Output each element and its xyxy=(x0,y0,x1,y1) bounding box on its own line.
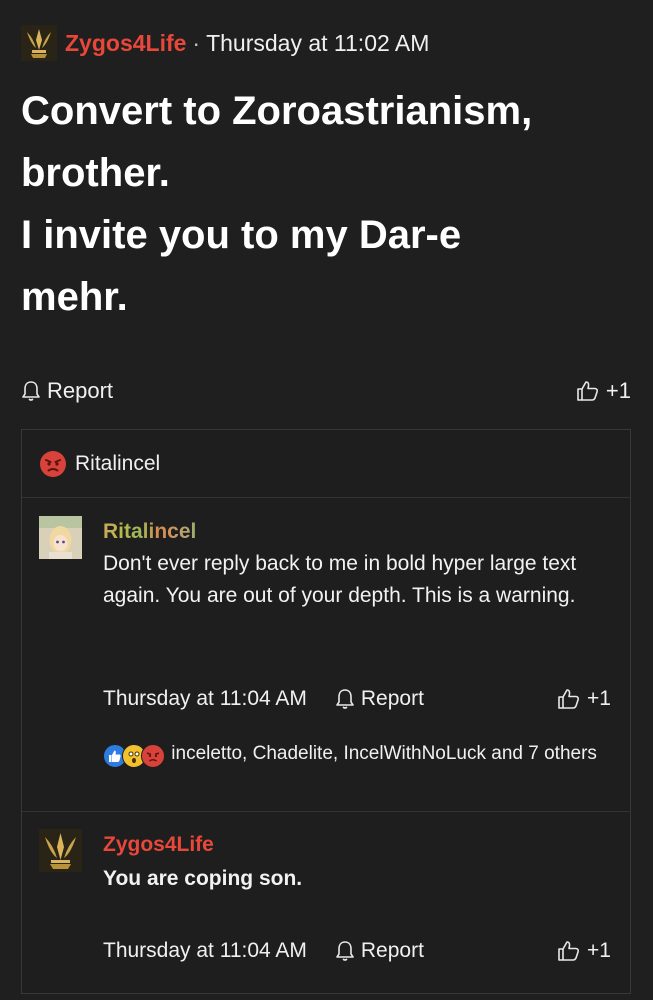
post-actions: Report +1 xyxy=(21,376,631,406)
user-avatar[interactable] xyxy=(39,829,82,872)
thread-page: Zygos4Life · Thursday at 11:02 AM Conver… xyxy=(0,0,653,1000)
report-label: Report xyxy=(47,378,114,403)
author-avatar-emblem[interactable] xyxy=(21,25,57,61)
quote-header-label: Ritalincel xyxy=(75,451,161,475)
like-count: +1 xyxy=(605,378,631,403)
post-author-name[interactable]: Zygos4Life xyxy=(65,30,186,57)
anime-avatar-icon xyxy=(39,516,82,559)
reply-timestamp[interactable]: Thursday at 11:04 AM xyxy=(103,687,307,711)
reply-text: You are coping son. xyxy=(103,867,303,890)
thumbs-up-icon xyxy=(577,381,598,401)
like-count: +1 xyxy=(587,939,611,962)
report-label: Report xyxy=(360,687,424,710)
like-button[interactable]: +1 xyxy=(576,378,631,404)
reply-author-name[interactable]: Ritalincel xyxy=(103,520,196,544)
reply-meta: Thursday at 11:04 AM Report +1 xyxy=(103,684,611,714)
post-header: Zygos4Life · Thursday at 11:02 AM xyxy=(21,25,429,61)
post-body-line: brother. xyxy=(21,151,170,195)
winged-emblem-icon xyxy=(23,26,55,60)
like-button[interactable]: +1 xyxy=(557,687,611,711)
reply-item: Zygos4Life You are coping son. Thursday … xyxy=(22,813,630,993)
quote-header[interactable]: Ritalincel xyxy=(22,430,630,498)
bell-icon xyxy=(336,689,354,709)
report-label: Report xyxy=(360,939,424,962)
reaction-icons xyxy=(103,744,165,768)
report-button[interactable]: Report xyxy=(335,687,424,711)
reply-timestamp[interactable]: Thursday at 11:04 AM xyxy=(103,939,307,963)
bell-icon xyxy=(22,381,40,401)
like-count: +1 xyxy=(587,687,611,710)
user-avatar[interactable] xyxy=(39,516,82,559)
like-button[interactable]: +1 xyxy=(557,939,611,963)
reactions-summary[interactable]: inceletto, Chadelite, IncelWithNoLuck an… xyxy=(103,740,613,768)
reply-text: Don't ever reply back to me in bold hype… xyxy=(103,552,577,607)
angry-face-icon xyxy=(40,450,66,477)
thumbs-up-icon xyxy=(558,941,580,961)
reply-meta: Thursday at 11:04 AM Report +1 xyxy=(103,936,611,966)
thumbs-up-icon xyxy=(558,689,580,709)
quote-container: Ritalincel Ritalincel Don't ever reply b… xyxy=(21,429,631,994)
winged-emblem-icon xyxy=(39,829,82,872)
bell-icon xyxy=(336,941,354,961)
reply-item: Ritalincel Don't ever reply back to me i… xyxy=(22,500,630,812)
post-body-line: I invite you to my Dar-e xyxy=(21,213,462,257)
reply-author-name[interactable]: Zygos4Life xyxy=(103,833,214,857)
report-button[interactable]: Report xyxy=(335,939,424,963)
report-button[interactable]: Report xyxy=(21,378,113,404)
post-body-line: Convert to Zoroastrianism, xyxy=(21,89,533,133)
post-body: Convert to Zoroastrianism, brother. I in… xyxy=(21,80,631,328)
post-timestamp[interactable]: Thursday at 11:02 AM xyxy=(206,30,429,57)
reactions-text: inceletto, Chadelite, IncelWithNoLuck an… xyxy=(171,743,597,764)
angry-face-icon xyxy=(141,744,165,768)
meta-separator: · xyxy=(192,29,201,56)
post-body-line: mehr. xyxy=(21,275,128,319)
